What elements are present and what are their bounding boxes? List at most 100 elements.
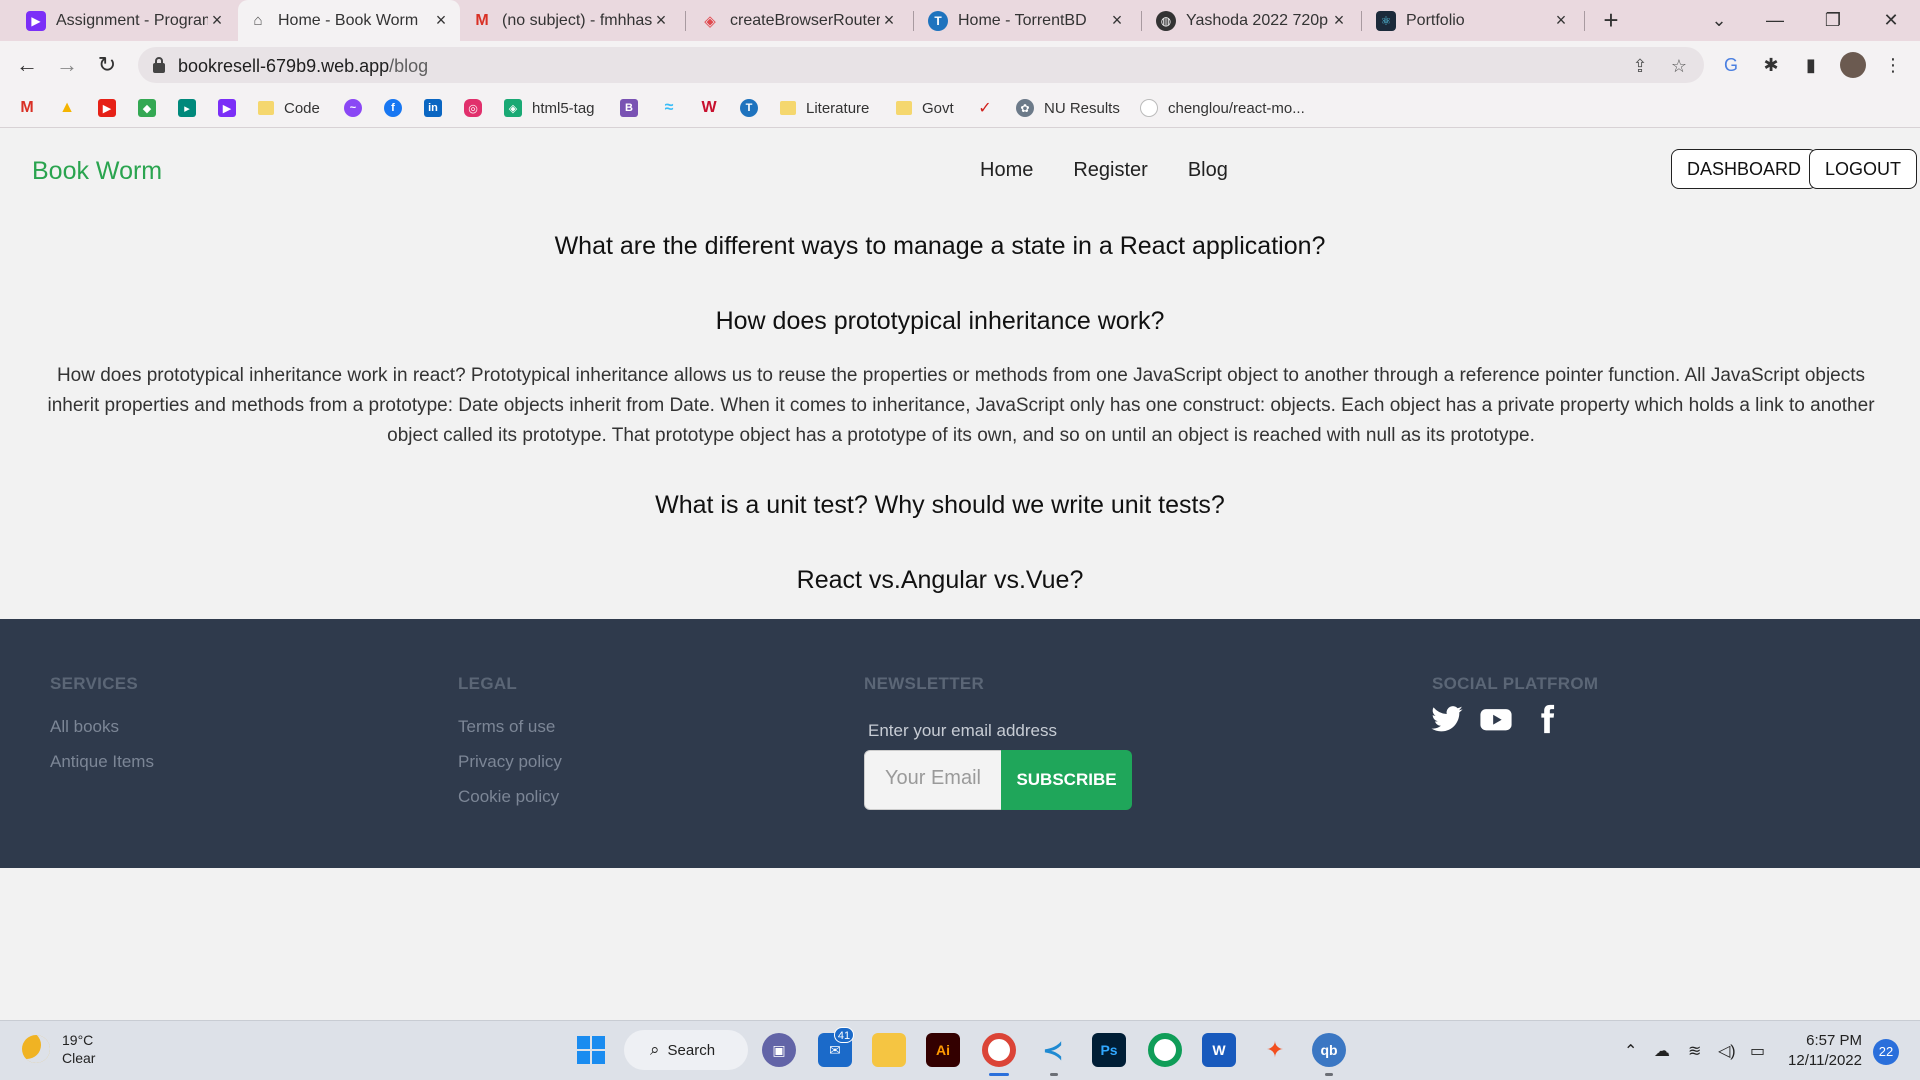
google-translate-icon[interactable]: G [1718,52,1744,78]
minimize-button[interactable]: — [1760,5,1790,35]
volume-icon[interactable]: ◁) [1718,1041,1736,1061]
running-indicator [989,1073,1009,1076]
bookmark-gmail[interactable]: M [18,97,46,119]
new-tab-button[interactable]: + [1596,6,1626,36]
bookmark-meet[interactable]: ▸ [178,97,206,119]
onedrive-warning-icon[interactable]: ☁ [1654,1041,1670,1061]
figma-icon[interactable]: ✦ [1258,1033,1292,1067]
chrome-profile-icon[interactable] [1148,1033,1182,1067]
close-tab-icon[interactable]: × [652,10,670,31]
v-logo-icon: ✓ [978,100,992,117]
extensions-puzzle-icon[interactable]: ✱ [1758,52,1784,78]
tab-gmail[interactable]: M (no subject) - fmhhas × [462,0,680,41]
blog-answer-prototypical-inheritance: How does prototypical inheritance work i… [47,365,1875,446]
bookmark-folder-govt[interactable]: Govt [896,97,954,119]
side-panel-icon[interactable]: ▮ [1798,52,1824,78]
book-worm-favicon: ⌂ [253,12,263,29]
logout-button[interactable]: LOGOUT [1809,149,1918,189]
bookmark-drive[interactable]: ▲ [58,97,86,119]
twitter-icon[interactable] [1430,702,1464,736]
bookmark-programming-hero[interactable]: ▶ [218,97,246,119]
weather-widget[interactable]: 19°C Clear [22,1031,95,1067]
footer-link-terms[interactable]: Terms of use [458,717,555,737]
torrentbd-icon: T [740,99,758,117]
bookmark-chenglou[interactable]: chenglou/react-mo... [1140,97,1305,119]
bookmark-instagram[interactable]: ◎ [464,97,492,119]
close-window-button[interactable]: ✕ [1876,5,1906,35]
tab-assignment[interactable]: ▶ Assignment - Program × [16,0,236,41]
notification-badge[interactable]: 22 [1873,1039,1899,1065]
qbittorrent-icon[interactable]: qb [1312,1033,1346,1067]
restore-button[interactable]: ❐ [1818,5,1848,35]
tab-title: Yashoda 2022 720p A [1186,11,1330,29]
vscode-icon[interactable]: ≺ [1036,1033,1070,1067]
tab-portfolio[interactable]: ⚛ Portfolio × [1366,0,1580,41]
tray-overflow-chevron-icon[interactable]: ⌃ [1624,1041,1637,1061]
programming-hero-icon: ▶ [218,99,236,117]
close-tab-icon[interactable]: × [208,10,226,31]
footer-legal-title: LEGAL [458,674,518,693]
close-tab-icon[interactable]: × [1552,10,1570,31]
url-host: bookresell-679b9.web.app [178,56,390,76]
bookmark-torrentbd[interactable]: T [740,97,768,119]
nav-register-link[interactable]: Register [1073,159,1147,182]
bookmark-maps[interactable]: ◆ [138,97,166,119]
bookmark-messenger[interactable]: ~ [344,97,372,119]
bookmark-star-icon[interactable]: ☆ [1668,55,1690,77]
address-bar[interactable]: bookresell-679b9.web.app/blog ⇪ ☆ [138,47,1704,83]
word-icon[interactable]: W [1202,1033,1236,1067]
footer-link-cookie[interactable]: Cookie policy [458,787,559,807]
footer-link-antique-items[interactable]: Antique Items [50,752,154,772]
close-tab-icon[interactable]: × [1330,10,1348,31]
tab-search-chevron-icon[interactable]: ⌄ [1704,5,1734,35]
bookmark-linkedin[interactable]: in [424,97,452,119]
weather-text: 19°C Clear [62,1031,95,1067]
close-tab-icon[interactable]: × [1108,10,1126,31]
photoshop-icon[interactable]: Ps [1092,1033,1126,1067]
taskbar-search-button[interactable]: ⌕ Search [624,1030,748,1070]
forward-button[interactable]: → [52,50,82,80]
bookmark-facebook[interactable]: f [384,97,412,119]
nav-blog-link[interactable]: Blog [1188,159,1228,182]
teams-chat-icon[interactable]: ▣ [762,1033,796,1067]
subscribe-button[interactable]: SUBSCRIBE [1001,750,1132,810]
windows-start-icon[interactable] [574,1033,608,1067]
bookmark-folder-code[interactable]: Code [258,97,320,119]
facebook-icon[interactable] [1530,702,1564,736]
bookmark-vivaldi[interactable]: ✓ [976,97,1004,119]
share-icon[interactable]: ⇪ [1629,55,1651,77]
nav-home-link[interactable]: Home [980,159,1033,182]
reload-button[interactable]: ↻ [92,50,122,80]
close-tab-icon[interactable]: × [880,10,898,31]
bookmark-tailwind[interactable]: ≈ [660,97,688,119]
back-button[interactable]: ← [12,50,42,80]
bookmark-nu-results[interactable]: ✿ NU Results [1016,97,1120,119]
profile-avatar[interactable] [1840,52,1866,78]
chrome-icon[interactable] [982,1033,1016,1067]
site-brand[interactable]: Book Worm [32,157,162,186]
close-tab-icon[interactable]: × [432,10,450,31]
tab-torrentbd[interactable]: T Home - TorrentBD × [918,0,1136,41]
tab-create-browser-router[interactable]: ◈ createBrowserRouter × [690,0,908,41]
tab-yashoda[interactable]: ◍ Yashoda 2022 720p A × [1146,0,1358,41]
taskbar-clock[interactable]: 6:57 PM 12/11/2022 [1780,1031,1862,1071]
file-explorer-icon[interactable] [872,1033,906,1067]
tab-home-book-worm[interactable]: ⌂ Home - Book Worm × [238,0,460,41]
bookmark-youtube[interactable]: ▶ [98,97,126,119]
bookmark-label: Code [284,99,320,117]
menu-kebab-icon[interactable]: ⋮ [1880,52,1906,78]
youtube-icon[interactable] [1479,702,1513,736]
bookmark-folder-literature[interactable]: Literature [780,97,869,119]
wifi-icon[interactable]: ≋ [1688,1041,1701,1061]
bookmark-html5-tag[interactable]: ◈ html5-tag [504,97,595,119]
bookmark-bootstrap[interactable]: B [620,97,648,119]
newsletter-email-input[interactable]: Your Email [864,750,1002,810]
battery-icon[interactable]: ▭ [1750,1041,1765,1061]
page-content: Book Worm Home Register Blog DASHBOARD L… [0,129,1920,1020]
footer-link-all-books[interactable]: All books [50,717,119,737]
bookmark-w3schools[interactable]: W [700,97,728,119]
dashboard-button[interactable]: DASHBOARD [1671,149,1818,189]
footer-link-privacy[interactable]: Privacy policy [458,752,562,772]
illustrator-icon[interactable]: Ai [926,1033,960,1067]
tab-separator [685,11,686,31]
